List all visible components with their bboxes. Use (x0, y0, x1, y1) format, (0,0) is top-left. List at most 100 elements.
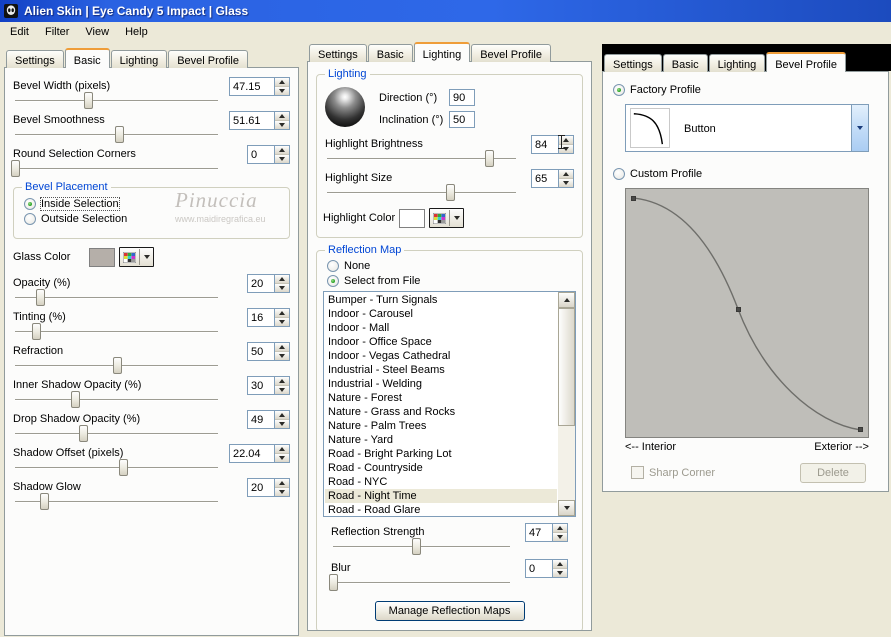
blur-slider[interactable] (328, 574, 512, 592)
tab-settings[interactable]: Settings (6, 50, 64, 68)
round-selection-corners-slider[interactable] (11, 160, 220, 178)
bevel-smoothness-slider[interactable] (13, 126, 220, 144)
tab-basic[interactable]: Basic (367, 44, 413, 62)
reflection-list-item[interactable]: Road - Night Time (325, 489, 557, 503)
bevel-smoothness-value[interactable]: 51.61 (229, 111, 275, 130)
spin-down-button[interactable] (275, 121, 289, 129)
spin-down-button[interactable] (275, 420, 289, 428)
bevel-smoothness-spinner[interactable]: 51.61 (229, 111, 290, 130)
sharp-corner-checkbox[interactable]: Sharp Corner (631, 463, 715, 479)
reflection-list-item[interactable]: Road - Countryside (325, 461, 557, 475)
reflection-list-item[interactable]: Indoor - Vegas Cathedral (325, 349, 557, 363)
manage-reflection-maps-button[interactable]: Manage Reflection Maps (374, 601, 525, 621)
radio-none[interactable]: None (327, 260, 582, 272)
highlight-brightness-value[interactable]: 84 (531, 135, 559, 154)
reflection-list-item[interactable]: Bumper - Turn Signals (325, 293, 557, 307)
round-selection-corners-value[interactable]: 0 (247, 145, 275, 164)
blur-value[interactable]: 0 (525, 559, 553, 578)
reflection-list-item[interactable]: Road - Road Glare (325, 503, 557, 515)
profile-combobox[interactable]: Button (625, 104, 869, 152)
spin-down-button[interactable] (553, 533, 567, 541)
tinting-slider[interactable] (13, 323, 220, 341)
spin-down-button[interactable] (275, 454, 289, 462)
inclination-input[interactable]: 50 (449, 111, 475, 128)
tab-bevel-profile[interactable]: Bevel Profile (168, 50, 248, 68)
drop-shadow-opacity-slider[interactable] (13, 425, 220, 443)
shadow-offset-slider[interactable] (13, 459, 220, 477)
drop-shadow-opacity-spinner[interactable]: 49 (247, 410, 290, 429)
list-scrollbar[interactable] (558, 292, 575, 516)
spin-up-button[interactable] (275, 343, 289, 352)
bevel-profile-editor[interactable] (625, 188, 869, 438)
radio-factory-profile[interactable]: Factory Profile (613, 84, 888, 96)
reflection-list-item[interactable]: Nature - Yard (325, 433, 557, 447)
bevel-width-value[interactable]: 47.15 (229, 77, 275, 96)
tab-settings[interactable]: Settings (604, 54, 662, 72)
curve-handle[interactable] (631, 196, 636, 201)
reflection-strength-spinner[interactable]: 47 (525, 523, 568, 542)
combo-dropdown-button[interactable] (851, 105, 868, 151)
radio-select-from-file[interactable]: Select from File (327, 275, 582, 287)
inner-shadow-opacity-spinner[interactable]: 30 (247, 376, 290, 395)
slider-thumb[interactable] (35, 289, 45, 306)
reflection-list-item[interactable]: Nature - Grass and Rocks (325, 405, 557, 419)
spin-down-button[interactable] (275, 155, 289, 163)
reflection-strength-slider[interactable] (331, 538, 512, 556)
round-selection-corners-spinner[interactable]: 0 (247, 145, 290, 164)
spin-down-button[interactable] (559, 179, 573, 187)
opacity-spinner[interactable]: 20 (247, 274, 290, 293)
tab-settings[interactable]: Settings (309, 44, 367, 62)
tab-lighting[interactable]: Lighting (708, 54, 766, 72)
reflection-strength-value[interactable]: 47 (525, 523, 553, 542)
slider-thumb[interactable] (83, 92, 93, 109)
refraction-value[interactable]: 50 (247, 342, 275, 361)
menu-edit[interactable]: Edit (2, 23, 37, 41)
reflection-list-item[interactable]: Industrial - Welding (325, 377, 557, 391)
slider-thumb[interactable] (112, 357, 122, 374)
shadow-glow-value[interactable]: 20 (247, 478, 275, 497)
slider-thumb[interactable] (71, 391, 81, 408)
reflection-list[interactable]: Bumper - Turn Signals Indoor - Carousel … (323, 291, 576, 517)
menu-help[interactable]: Help (117, 23, 156, 41)
spin-down-button[interactable] (275, 284, 289, 292)
direction-input[interactable]: 90 (449, 89, 475, 106)
spin-down-button[interactable] (275, 87, 289, 95)
slider-thumb[interactable] (79, 425, 89, 442)
menu-filter[interactable]: Filter (37, 23, 77, 41)
highlight-size-slider[interactable] (325, 184, 518, 202)
slider-thumb[interactable] (118, 459, 128, 476)
inner-shadow-opacity-value[interactable]: 30 (247, 376, 275, 395)
reflection-list-item[interactable]: Road - NYC (325, 475, 557, 489)
scrollbar-thumb[interactable] (558, 308, 575, 426)
slider-thumb[interactable] (31, 323, 41, 340)
lighting-sphere[interactable] (325, 87, 365, 127)
reflection-list-item[interactable]: Indoor - Office Space (325, 335, 557, 349)
reflection-list-item[interactable]: Indoor - Carousel (325, 307, 557, 321)
spin-up-button[interactable] (553, 524, 567, 533)
curve-handle[interactable] (736, 307, 741, 312)
spin-up-button[interactable] (275, 309, 289, 318)
spin-up-button[interactable] (275, 377, 289, 386)
glass-color-swatch[interactable] (89, 247, 115, 267)
scroll-down-button[interactable] (558, 500, 575, 516)
tab-basic[interactable]: Basic (662, 54, 708, 72)
spin-up-button[interactable] (275, 275, 289, 284)
drop-shadow-opacity-value[interactable]: 49 (247, 410, 275, 429)
reflection-list-item[interactable]: Indoor - Mall (325, 321, 557, 335)
spin-up-button[interactable] (275, 78, 289, 87)
radio-custom-profile[interactable]: Custom Profile (613, 168, 888, 180)
slider-thumb[interactable] (446, 184, 456, 201)
shadow-offset-value[interactable]: 22.04 (229, 444, 275, 463)
tab-lighting[interactable]: Lighting (110, 50, 168, 68)
reflection-list-item[interactable]: Road - Bright Parking Lot (325, 447, 557, 461)
tinting-value[interactable]: 16 (247, 308, 275, 327)
bevel-width-spinner[interactable]: 47.15 (229, 77, 290, 96)
slider-thumb[interactable] (485, 150, 495, 167)
spin-down-button[interactable] (275, 352, 289, 360)
spin-up-button[interactable] (559, 170, 573, 179)
spin-up-button[interactable] (553, 560, 567, 569)
curve-handle[interactable] (858, 427, 863, 432)
slider-thumb[interactable] (40, 493, 50, 510)
highlight-size-spinner[interactable]: 65 (531, 169, 574, 188)
reflection-list-item[interactable]: Industrial - Steel Beams (325, 363, 557, 377)
